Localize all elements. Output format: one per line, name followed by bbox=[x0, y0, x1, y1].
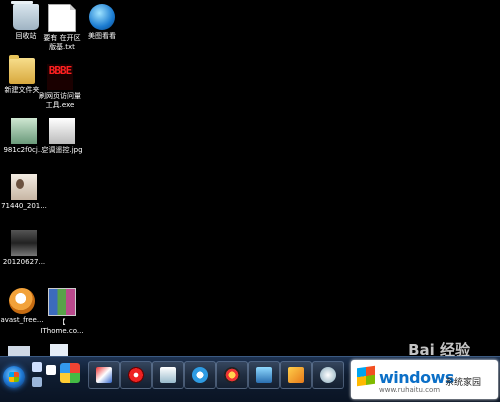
photo-file[interactable]: 71440_201... bbox=[0, 174, 48, 211]
icon-label: 【 IThome.co... bbox=[40, 318, 84, 335]
dark-thumb-icon bbox=[11, 230, 37, 256]
photo-thumb-icon bbox=[11, 174, 37, 200]
media-player-icon bbox=[128, 367, 144, 383]
partial-icon[interactable] bbox=[50, 344, 68, 356]
windows-brand-text: windows bbox=[379, 368, 454, 387]
avast-icon bbox=[9, 288, 35, 314]
image-viewer-icon bbox=[89, 4, 115, 30]
window-icon bbox=[160, 367, 176, 383]
taskbar-button-app-3[interactable] bbox=[152, 361, 184, 389]
windows-url-text: www.ruhaitu.com bbox=[379, 386, 441, 394]
exe-icon: BBBE bbox=[47, 64, 73, 90]
windows-watermark: windows 系统家园 www.ruhaitu.com bbox=[351, 360, 498, 399]
sogou-icon bbox=[192, 367, 208, 383]
icon-label: 美图看看 bbox=[88, 32, 116, 40]
winrar-archive[interactable]: 【 IThome.co... bbox=[38, 288, 86, 336]
partial-icon[interactable] bbox=[8, 346, 30, 356]
image-thumb-icon bbox=[11, 118, 37, 144]
dark-image-file[interactable]: 20120627... bbox=[0, 230, 48, 267]
taskbar-button-app-7[interactable] bbox=[280, 361, 312, 389]
text-file-icon bbox=[48, 4, 76, 32]
winrar-archive-icon bbox=[48, 288, 76, 316]
taskbar-button-monitor[interactable] bbox=[248, 361, 280, 389]
desktop: 回收站 要有 在开区 版基.txt 美图看看 新建文件夹 BBBE 刷网页访问量… bbox=[0, 0, 500, 356]
start-button[interactable] bbox=[3, 366, 25, 388]
taskbar-button-media-player[interactable] bbox=[120, 361, 152, 389]
recycle-bin-icon bbox=[11, 1, 39, 30]
icon-label: 71440_201... bbox=[1, 202, 47, 210]
taskbar-button-sogou[interactable] bbox=[184, 361, 216, 389]
icon-label: 空调遥控.jpg bbox=[41, 146, 83, 154]
app-icon bbox=[320, 367, 336, 383]
exe-file[interactable]: BBBE 刷网页访问量 工具.exe bbox=[36, 64, 84, 110]
jpg-file[interactable]: 空调遥控.jpg bbox=[38, 118, 86, 155]
tray-icon[interactable] bbox=[32, 377, 42, 387]
windows-logo-icon bbox=[357, 365, 375, 387]
windows-sub-text: 系统家园 bbox=[445, 378, 482, 388]
qq-icon bbox=[224, 367, 240, 383]
icon-label: 刷网页访问量 工具.exe bbox=[39, 92, 81, 109]
monitor-icon bbox=[256, 367, 272, 383]
pinned-app-icon[interactable] bbox=[60, 363, 80, 383]
tray-icon[interactable] bbox=[32, 362, 42, 372]
icon-label: 20120627... bbox=[2, 258, 46, 266]
jpg-file-icon bbox=[49, 118, 75, 144]
taskbar-button-app-8[interactable] bbox=[312, 361, 344, 389]
taskbar-button-qq[interactable] bbox=[216, 361, 248, 389]
taskbar-button-app-1[interactable] bbox=[88, 361, 120, 389]
folder-icon bbox=[9, 55, 35, 84]
tray-icon[interactable] bbox=[46, 365, 56, 375]
image-viewer[interactable]: 美图看看 bbox=[78, 4, 126, 41]
app-icon bbox=[288, 367, 304, 383]
app-icon bbox=[96, 367, 112, 383]
